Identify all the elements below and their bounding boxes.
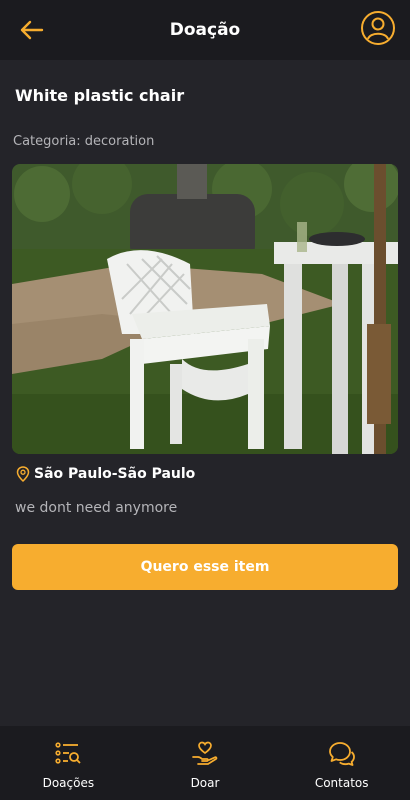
top-app-bar: Doação [0, 0, 410, 60]
chat-bubbles-icon [328, 742, 355, 766]
item-location: São Paulo-São Paulo [16, 466, 195, 482]
location-pin-icon [16, 466, 30, 482]
location-text: São Paulo-São Paulo [34, 466, 196, 482]
tab-doacoes-label: Doações [42, 776, 95, 790]
tab-contatos[interactable]: Contatos [273, 726, 410, 800]
heart-hand-icon [192, 741, 218, 765]
item-category: Categoria: decoration [13, 134, 155, 149]
item-title: White plastic chair [15, 86, 185, 105]
want-item-button[interactable]: Quero esse item [12, 544, 398, 590]
list-search-icon [55, 742, 81, 764]
page-title: Doação [169, 20, 241, 40]
tab-doar-label: Doar [190, 776, 220, 790]
profile-icon[interactable] [360, 10, 396, 46]
item-description: we dont need anymore [15, 500, 178, 516]
item-photo [12, 164, 398, 454]
back-arrow-icon[interactable] [16, 14, 48, 46]
tab-doar[interactable]: Doar [137, 726, 274, 800]
tab-contatos-label: Contatos [314, 776, 369, 790]
bottom-tab-bar: Doações Doar Contatos [0, 726, 410, 800]
tab-doacoes[interactable]: Doações [0, 726, 137, 800]
